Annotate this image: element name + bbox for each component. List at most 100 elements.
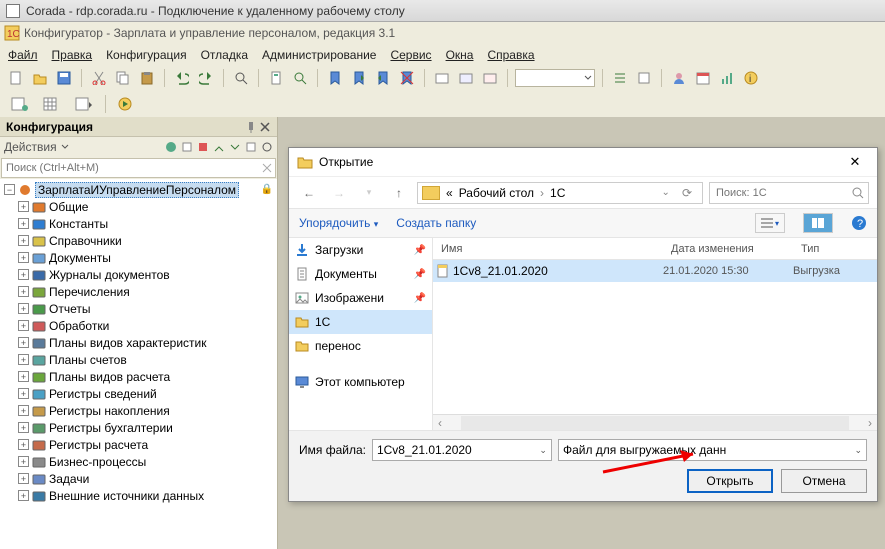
tb-bookmark-next-icon[interactable] <box>349 68 369 88</box>
nav-pane-item[interactable]: Этот компьютер <box>289 370 432 394</box>
address-bar[interactable]: « Рабочий стол › 1C ⌄ ⟳ <box>417 182 703 204</box>
sidebar-search-input[interactable] <box>2 162 261 174</box>
expand-icon[interactable]: + <box>18 439 29 450</box>
tb2-dropdown-icon[interactable] <box>70 94 98 114</box>
expand-icon[interactable]: + <box>18 490 29 501</box>
tb2-run-icon[interactable] <box>113 94 141 114</box>
sidebar-actions[interactable]: Действия <box>0 137 277 157</box>
help-icon[interactable]: ? <box>851 215 867 231</box>
expand-icon[interactable]: + <box>18 320 29 331</box>
tb-redo-icon[interactable] <box>196 68 216 88</box>
tb-copy2-icon[interactable] <box>634 68 654 88</box>
tb-help-icon[interactable]: i <box>741 68 761 88</box>
refresh-icon[interactable]: ⟳ <box>682 186 692 200</box>
tb-copy-icon[interactable] <box>113 68 133 88</box>
menu-admin[interactable]: Администрирование <box>262 48 376 62</box>
menu-help[interactable]: Справка <box>487 48 534 62</box>
tree-item[interactable]: + Справочники <box>0 232 277 249</box>
dialog-close-button[interactable]: ✕ <box>841 154 869 170</box>
expand-icon[interactable]: + <box>18 252 29 263</box>
expand-icon[interactable]: − <box>4 184 15 195</box>
clear-icon[interactable] <box>261 162 272 174</box>
nav-back-button[interactable]: ← <box>297 181 321 205</box>
tree-item[interactable]: + Планы видов характеристик <box>0 334 277 351</box>
tb-tab3-icon[interactable] <box>480 68 500 88</box>
tree-item[interactable]: + Бизнес-процессы <box>0 453 277 470</box>
nav-recent-button[interactable]: ▾ <box>357 181 381 205</box>
sb-act-1-icon[interactable] <box>165 141 177 153</box>
tb-user-icon[interactable] <box>669 68 689 88</box>
tb-tab2-icon[interactable] <box>456 68 476 88</box>
nav-pane-item[interactable]: Документы 📌 <box>289 262 432 286</box>
file-row[interactable]: 1Cv8_21.01.2020 21.01.2020 15:30 Выгрузк… <box>433 260 877 282</box>
tree-root[interactable]: − ЗарплатаИУправлениеПерсоналом 🔒 <box>0 181 277 198</box>
organize-button[interactable]: Упорядочить ▾ <box>299 216 378 230</box>
tree-item[interactable]: + Перечисления <box>0 283 277 300</box>
dialog-search[interactable] <box>709 182 869 204</box>
col-date[interactable]: Дата изменения <box>663 243 793 255</box>
tb-cut-icon[interactable] <box>89 68 109 88</box>
tree-item[interactable]: + Внешние источники данных <box>0 487 277 504</box>
expand-icon[interactable]: + <box>18 456 29 467</box>
menu-edit[interactable]: Правка <box>52 48 93 62</box>
nav-forward-button[interactable]: → <box>327 181 351 205</box>
expand-icon[interactable]: + <box>18 337 29 348</box>
tb2-module-icon[interactable] <box>6 94 34 114</box>
search-icon[interactable] <box>852 187 864 199</box>
sb-act-2-icon[interactable] <box>181 141 193 153</box>
menu-service[interactable]: Сервис <box>390 48 431 62</box>
config-tree[interactable]: − ЗарплатаИУправлениеПерсоналом 🔒 + Общи… <box>0 179 277 549</box>
tree-item[interactable]: + Планы счетов <box>0 351 277 368</box>
tb-paste-icon[interactable] <box>137 68 157 88</box>
expand-icon[interactable]: + <box>18 286 29 297</box>
menu-windows[interactable]: Окна <box>446 48 474 62</box>
tb-save-icon[interactable] <box>54 68 74 88</box>
tb-list-icon[interactable] <box>610 68 630 88</box>
tb-undo-icon[interactable] <box>172 68 192 88</box>
tree-item[interactable]: + Константы <box>0 215 277 232</box>
sb-act-5-icon[interactable] <box>229 141 241 153</box>
expand-icon[interactable]: + <box>18 269 29 280</box>
tree-item[interactable]: + Отчеты <box>0 300 277 317</box>
tree-item[interactable]: + Задачи <box>0 470 277 487</box>
preview-pane-button[interactable] <box>803 213 833 233</box>
column-headers[interactable]: Имя Дата изменения Тип <box>433 238 877 260</box>
tb-chart-icon[interactable] <box>717 68 737 88</box>
horizontal-scrollbar[interactable]: ‹ › <box>433 414 877 430</box>
tb-calendar-icon[interactable] <box>693 68 713 88</box>
nav-pane-item[interactable]: Изображени 📌 <box>289 286 432 310</box>
dialog-search-input[interactable] <box>714 186 834 200</box>
tree-item[interactable]: + Регистры расчета <box>0 436 277 453</box>
tb-bookmark-icon[interactable] <box>325 68 345 88</box>
tree-item[interactable]: + Обработки <box>0 317 277 334</box>
tb2-spreadsheet-icon[interactable] <box>38 94 66 114</box>
open-button[interactable]: Открыть <box>687 469 773 493</box>
filename-combo[interactable]: 1Cv8_21.01.2020 ⌄ <box>372 439 552 461</box>
view-mode-button[interactable]: ▾ <box>755 213 785 233</box>
new-folder-button[interactable]: Создать папку <box>396 216 476 230</box>
nav-pane-item[interactable]: 1C <box>289 310 432 334</box>
breadcrumb-seg-0[interactable]: Рабочий стол <box>459 186 534 200</box>
sb-act-4-icon[interactable] <box>213 141 225 153</box>
sidebar-search[interactable] <box>1 158 276 178</box>
tb-zoom-icon[interactable] <box>290 68 310 88</box>
expand-icon[interactable]: + <box>18 235 29 246</box>
tree-item[interactable]: + Документы <box>0 249 277 266</box>
expand-icon[interactable]: + <box>18 201 29 212</box>
sb-act-3-icon[interactable] <box>197 141 209 153</box>
tb-bookmark-prev-icon[interactable] <box>373 68 393 88</box>
menu-debug[interactable]: Отладка <box>201 48 248 62</box>
expand-icon[interactable]: + <box>18 405 29 416</box>
tree-item[interactable]: + Журналы документов <box>0 266 277 283</box>
nav-pane-item[interactable]: Загрузки 📌 <box>289 238 432 262</box>
nav-up-button[interactable]: ↑ <box>387 181 411 205</box>
expand-icon[interactable]: + <box>18 303 29 314</box>
tree-item[interactable]: + Планы видов расчета <box>0 368 277 385</box>
nav-pane-item[interactable]: перенос <box>289 334 432 358</box>
expand-icon[interactable]: + <box>18 473 29 484</box>
expand-icon[interactable]: + <box>18 388 29 399</box>
tb-bookmark-clear-icon[interactable] <box>397 68 417 88</box>
tree-item[interactable]: + Регистры бухгалтерии <box>0 419 277 436</box>
tb-new-icon[interactable] <box>6 68 26 88</box>
tree-item[interactable]: + Регистры накопления <box>0 402 277 419</box>
